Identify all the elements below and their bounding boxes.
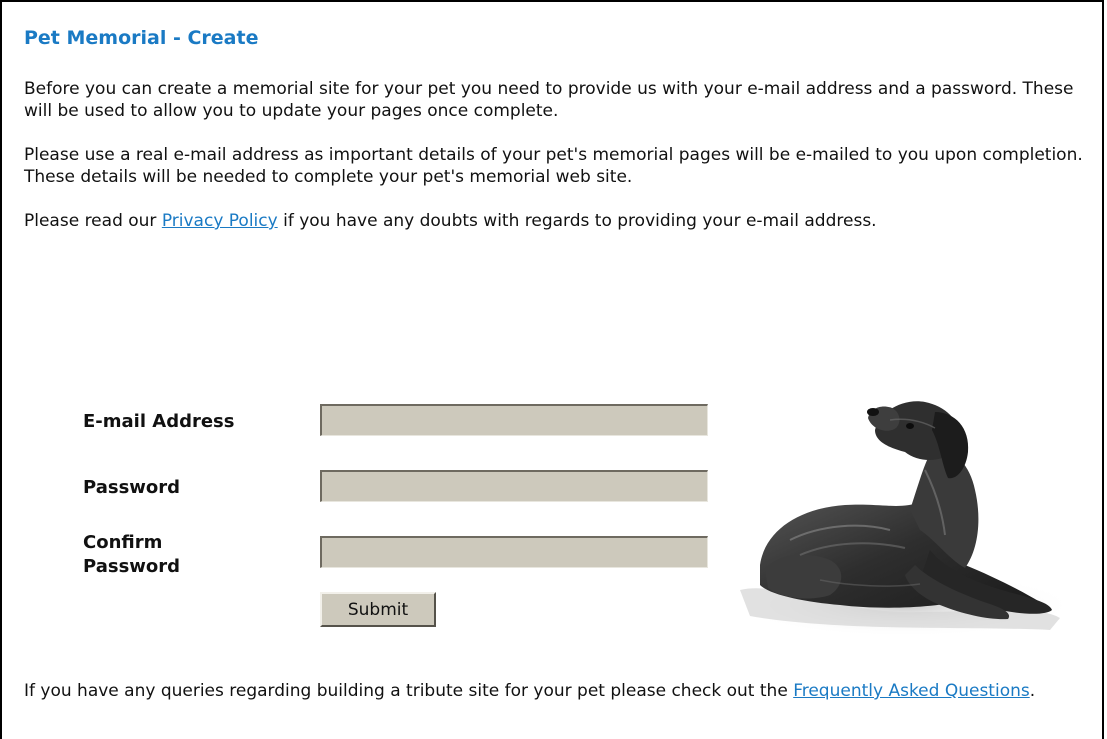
confirm-password-field[interactable]: [320, 536, 708, 568]
password-label: Password: [83, 477, 181, 498]
email-field[interactable]: [320, 404, 708, 436]
privacy-prefix: Please read our: [24, 211, 162, 231]
privacy-suffix: if you have any doubts with regards to p…: [277, 211, 877, 231]
intro-paragraph: Before you can create a memorial site fo…: [24, 79, 1074, 121]
footer-text: If you have any queries regarding buildi…: [24, 680, 1104, 702]
privacy-policy-link[interactable]: Privacy Policy: [162, 211, 278, 231]
main-content: Pet Memorial - Create Before you can cre…: [24, 14, 1104, 232]
dog-illustration: [735, 401, 1070, 637]
confirm-label-line1: Confirm: [83, 532, 163, 553]
privacy-paragraph: Please read our Privacy Policy if you ha…: [24, 210, 1104, 232]
password-field[interactable]: [320, 470, 708, 502]
footer-suffix: .: [1029, 681, 1036, 701]
submit-button[interactable]: Submit: [320, 592, 436, 627]
confirm-password-label: Confirm Password: [83, 531, 180, 579]
email-info-paragraph: Please use a real e-mail address as impo…: [24, 145, 1083, 187]
confirm-label-line2: Password: [83, 556, 181, 577]
page-title: Pet Memorial - Create: [24, 27, 259, 49]
footer-prefix: If you have any queries regarding buildi…: [24, 681, 794, 701]
faq-link[interactable]: Frequently Asked Questions: [793, 681, 1030, 701]
email-label: E-mail Address: [83, 411, 235, 432]
